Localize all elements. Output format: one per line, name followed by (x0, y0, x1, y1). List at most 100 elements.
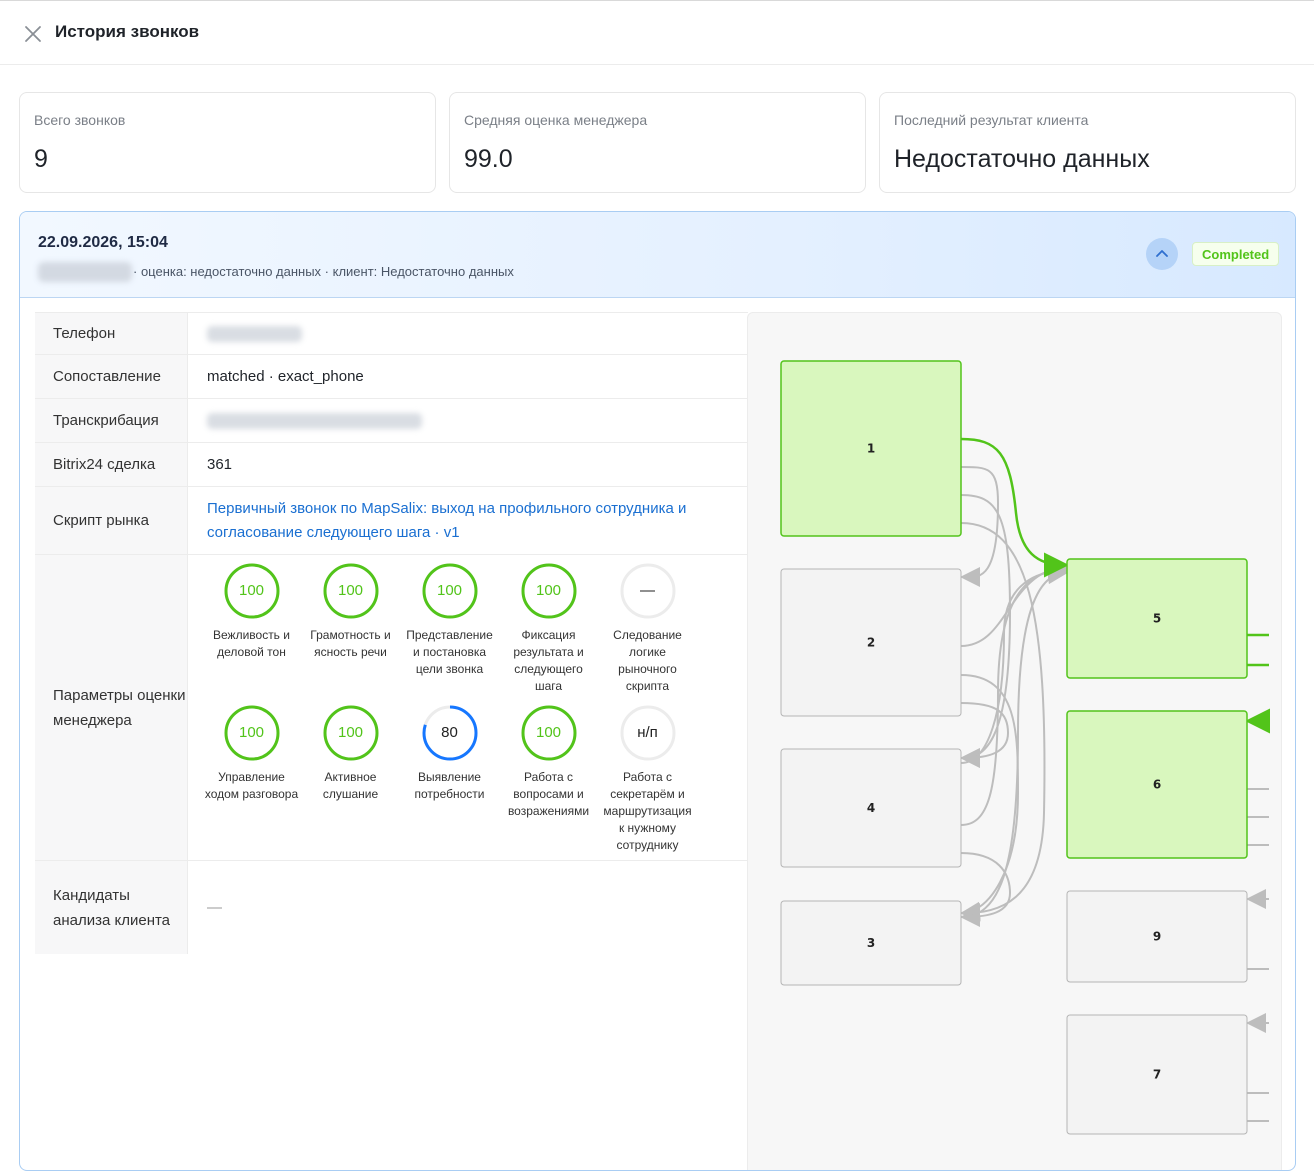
script-link[interactable]: Первичный звонок по MapSalix: выход на п… (207, 497, 737, 545)
script-flow-diagram[interactable]: 1 2 4 3 5 6 9 7 (747, 312, 1282, 1170)
status-badge: Completed (1192, 242, 1280, 266)
flow-node-label: 7 (1153, 1068, 1161, 1082)
metric-label: Фиксация результата и следующего шага (513, 628, 584, 693)
call-details-table: Телефон Сопоставление matched · exact_ph… (35, 312, 748, 954)
row-value: — (207, 899, 222, 916)
row-script: Скрипт рынка Первичный звонок по MapSali… (35, 487, 748, 555)
flow-node[interactable]: 1 (780, 360, 962, 537)
score-ring: 100 (521, 563, 577, 619)
collapse-button[interactable] (1146, 238, 1178, 270)
metric-score: 100 (238, 724, 265, 741)
row-label: Транскрибация (35, 399, 188, 442)
chevron-up-icon (1156, 250, 1168, 257)
flow-node-label: 6 (1153, 778, 1161, 792)
call-card-header[interactable]: 22.09.2026, 15:04 · оценка: недостаточно… (20, 212, 1295, 298)
call-card: 22.09.2026, 15:04 · оценка: недостаточно… (19, 211, 1296, 1171)
flow-node[interactable]: 6 (1066, 710, 1248, 859)
stat-value: 9 (34, 145, 48, 173)
close-icon[interactable] (22, 23, 44, 45)
flow-node-label: 9 (1153, 930, 1161, 944)
flow-node-label: 2 (867, 636, 875, 650)
metric-item: 100 Фиксация результата и следующего шага (499, 563, 598, 695)
manager-name-redacted (38, 262, 132, 282)
row-label: Bitrix24 сделка (35, 443, 188, 486)
metric-label: Представление и постановка цели звонка (406, 628, 493, 676)
flow-node[interactable]: 9 (1066, 890, 1248, 983)
metric-score: 100 (535, 582, 562, 599)
call-meta: · оценка: недостаточно данных · клиент: … (133, 264, 514, 279)
metric-item: 100 Активное слушание (301, 705, 400, 803)
metric-label: Вежливость и деловой тон (213, 628, 290, 659)
row-transcription: Транскрибация (35, 399, 748, 443)
flow-node-label: 1 (867, 442, 875, 456)
stat-value: Недостаточно данных (894, 145, 1150, 173)
stat-label: Всего звонков (34, 112, 126, 128)
metric-label: Грамотность и ясность речи (310, 628, 391, 659)
score-ring: 100 (422, 563, 478, 619)
flow-node-label: 3 (867, 936, 875, 950)
score-ring: 100 (521, 705, 577, 761)
metric-score: — (640, 582, 655, 599)
score-ring: 80 (422, 705, 478, 761)
flow-node[interactable]: 3 (780, 900, 962, 986)
metric-score: 100 (337, 582, 364, 599)
metric-score: 100 (436, 582, 463, 599)
flow-edge (960, 494, 1012, 768)
score-ring: 100 (323, 705, 379, 761)
flow-node-label: 4 (867, 801, 875, 815)
metric-item: н/п Работа с секретарём и маршрутизация к… (598, 705, 697, 854)
flow-edge (960, 466, 1000, 588)
score-ring: 100 (224, 705, 280, 761)
flow-edge (960, 437, 1069, 578)
flow-node[interactable]: 7 (1066, 1014, 1248, 1135)
stat-last-client-result: Последний результат клиента Недостаточно… (879, 92, 1296, 193)
metric-item: — Следование логике рыночного скрипта (598, 563, 697, 695)
flow-edge (960, 561, 1068, 764)
modal-title: История звонков (55, 22, 200, 41)
metric-score: 100 (535, 724, 562, 741)
flow-node[interactable]: 5 (1066, 558, 1248, 679)
row-label: Скрипт рынка (35, 487, 188, 554)
transcription-redacted (207, 412, 422, 429)
row-candidates: Кандидаты анализа клиента — (35, 861, 748, 954)
row-label: Телефон (35, 313, 188, 354)
row-label: Сопоставление (35, 355, 188, 398)
metric-item: 100 Вежливость и деловой тон (202, 563, 301, 661)
call-datetime: 22.09.2026, 15:04 (38, 234, 168, 251)
metric-score: н/п (637, 724, 658, 741)
stat-average-score: Средняя оценка менеджера 99.0 (449, 92, 866, 193)
metric-label: Управление ходом разговора (204, 770, 299, 801)
metric-score: 100 (238, 582, 265, 599)
stat-value: 99.0 (464, 145, 513, 173)
modal-header: История звонков (0, 0, 1314, 65)
metric-item: 100 Грамотность и ясность речи (301, 563, 400, 661)
flow-node[interactable]: 4 (780, 748, 962, 868)
score-ring: н/п (620, 705, 676, 761)
stat-label: Последний результат клиента (894, 112, 1089, 128)
metric-score: 100 (337, 724, 364, 741)
metric-label: Выявление потребности (414, 770, 485, 801)
phone-redacted (207, 325, 302, 342)
metric-score: 80 (441, 724, 458, 741)
metric-label: Работа с секретарём и маршрутизация к ну… (603, 770, 692, 852)
metric-label: Следование логике рыночного скрипта (613, 628, 682, 693)
row-value: matched · exact_phone (207, 368, 364, 385)
row-value: 361 (207, 456, 233, 473)
row-bitrix: Bitrix24 сделка 361 (35, 443, 748, 487)
metric-label: Работа с вопросами и возражениями (507, 770, 590, 818)
metric-item: 100 Работа с вопросами и возражениями (499, 705, 598, 820)
flow-edge (960, 559, 1068, 826)
flow-node[interactable]: 2 (780, 568, 962, 717)
row-label: Кандидаты анализа клиента (35, 861, 188, 954)
metric-item: 100 Представление и постановка цели звонк… (400, 563, 499, 678)
score-ring: 100 (224, 563, 280, 619)
row-params: Параметры оценки менеджера 100 Вежливость… (35, 555, 748, 861)
score-ring: 100 (323, 563, 379, 619)
metric-label: Активное слушание (322, 770, 379, 801)
metric-item: 100 Управление ходом разговора (202, 705, 301, 803)
stat-label: Средняя оценка менеджера (464, 112, 648, 128)
flow-node-label: 5 (1153, 612, 1161, 626)
metrics-grid: 100 Вежливость и деловой тон 100 Грамотност… (190, 555, 748, 860)
row-matching: Сопоставление matched · exact_phone (35, 355, 748, 399)
row-label: Параметры оценки менеджера (35, 555, 188, 860)
